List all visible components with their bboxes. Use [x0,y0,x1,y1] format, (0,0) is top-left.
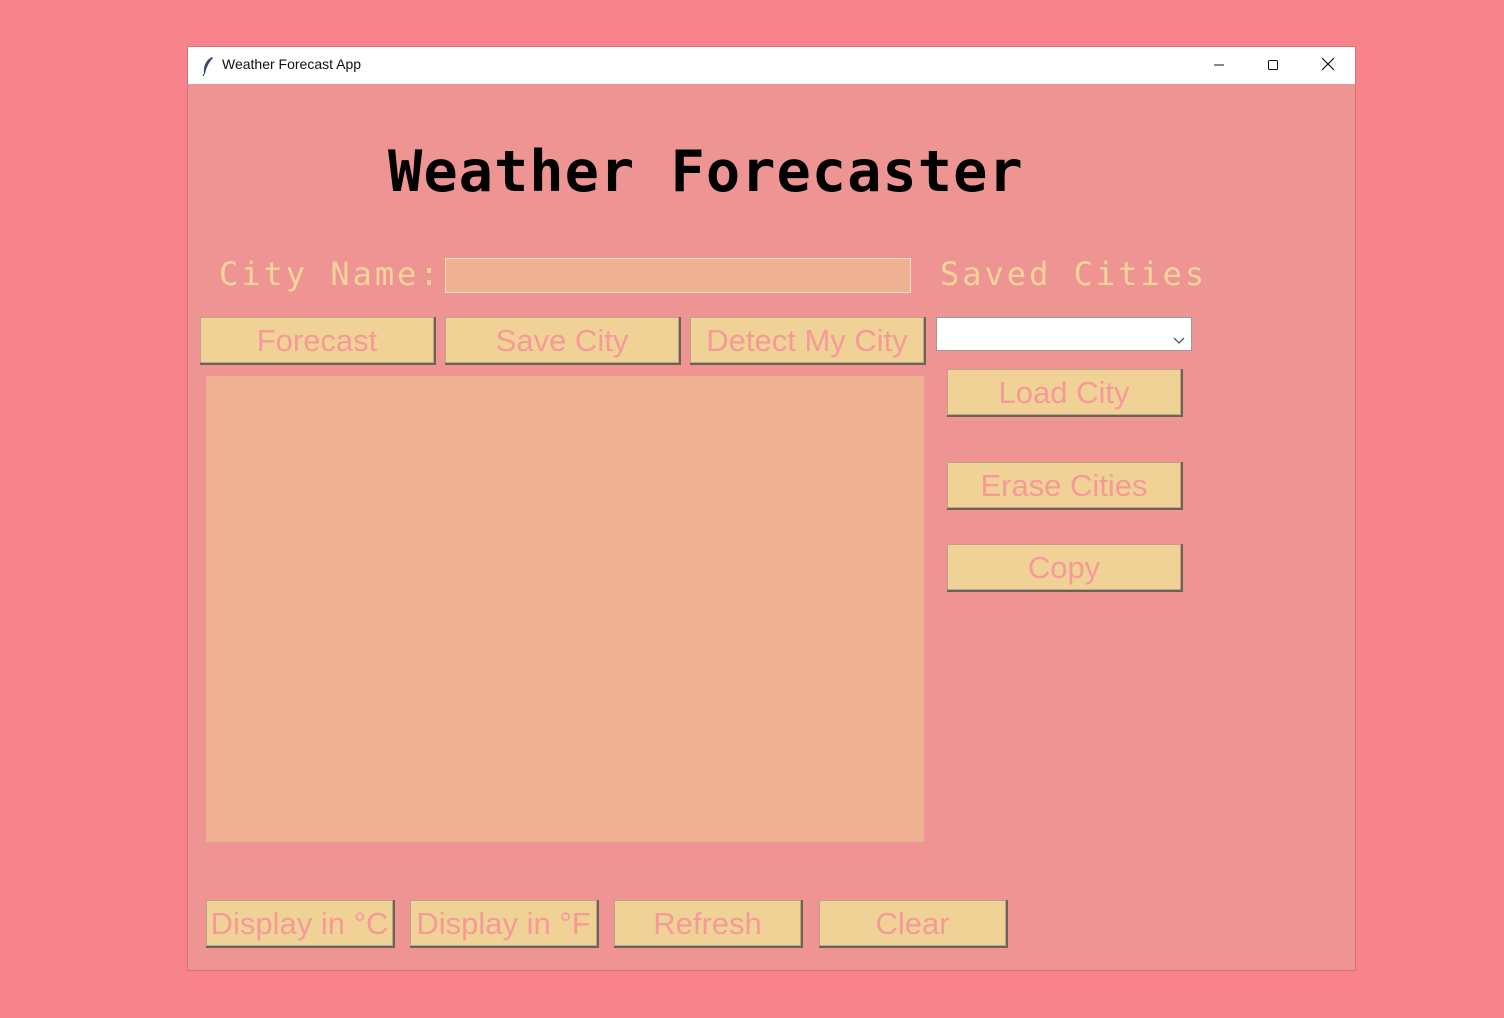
title-bar[interactable]: Weather Forecast App [188,47,1355,84]
minimize-button[interactable] [1192,47,1246,84]
display-celsius-button[interactable]: Display in °C [206,900,393,946]
feather-icon [200,56,216,77]
copy-button[interactable]: Copy [947,544,1181,590]
maximize-button[interactable] [1246,47,1300,84]
load-city-button[interactable]: Load City [947,369,1181,415]
close-icon [1321,56,1335,75]
close-button[interactable] [1301,47,1355,84]
saved-cities-label: Saved Cities [940,255,1208,293]
city-name-input[interactable] [445,258,911,293]
display-fahrenheit-button[interactable]: Display in °F [410,900,597,946]
erase-cities-button[interactable]: Erase Cities [947,462,1181,508]
detect-city-button[interactable]: Detect My City [690,317,924,363]
window-title: Weather Forecast App [222,56,362,72]
minimize-icon [1213,56,1225,75]
refresh-button[interactable]: Refresh [614,900,801,946]
forecast-button[interactable]: Forecast [200,317,434,363]
clear-button[interactable]: Clear [819,900,1006,946]
save-city-button[interactable]: Save City [445,317,679,363]
chevron-down-icon [1173,330,1185,344]
saved-cities-dropdown[interactable] [936,317,1192,351]
app-window: Weather Forecast App Weather Forecaster … [188,47,1355,970]
city-name-label: City Name: [219,255,442,293]
forecast-output-area[interactable] [206,376,924,842]
maximize-icon [1267,56,1279,75]
page-title: Weather Forecaster [388,139,1024,205]
